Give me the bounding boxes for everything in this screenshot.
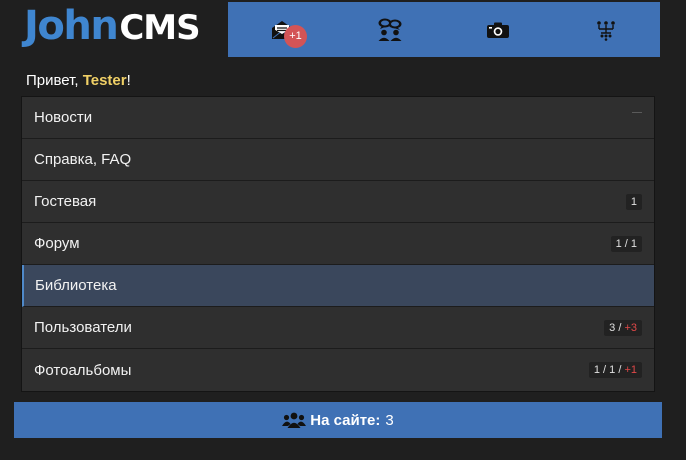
header: John CMS +1 — [0, 0, 686, 60]
nav-photo-button[interactable] — [444, 2, 552, 57]
logo-cms-text: CMS — [119, 8, 200, 48]
top-navbar: +1 — [228, 2, 660, 57]
sitemap-icon — [597, 20, 615, 41]
online-label: На сайте: — [310, 411, 381, 429]
nav-community-button[interactable] — [336, 2, 444, 57]
users-talk-icon — [378, 18, 402, 41]
menu-item-label: Фотоальбомы — [34, 361, 132, 379]
greeting-prefix: Привет, — [26, 72, 83, 89]
online-count: 3 — [385, 411, 394, 429]
menu-item-library[interactable]: Библиотека — [22, 265, 654, 307]
menu-item-label: Гостевая — [34, 193, 97, 210]
site-logo[interactable]: John CMS — [24, 3, 201, 49]
users-icon — [282, 412, 307, 428]
photoalbums-counter-total: 1 / 1 / — [593, 364, 625, 376]
menu-item-label: Пользователи — [34, 319, 132, 336]
menu-item-label: Новости — [34, 109, 93, 126]
menu-item-users[interactable]: Пользователи 3 / +3 — [22, 307, 654, 349]
users-counter-total: 3 / — [609, 322, 625, 334]
photoalbums-counter: 1 / 1 / +1 — [588, 362, 642, 378]
menu-item-label: Справка, FAQ — [34, 151, 132, 168]
menu-item-label: Форум — [34, 235, 80, 252]
nav-sitemap-button[interactable] — [552, 2, 660, 57]
main-menu: Новости Справка, FAQ Гостевая 1 Форум 1 … — [21, 96, 655, 392]
menu-item-label: Библиотека — [35, 277, 117, 294]
nav-mail-button[interactable]: +1 — [228, 2, 336, 57]
collapse-icon[interactable] — [632, 112, 642, 113]
users-counter-new: +3 — [624, 322, 637, 334]
online-users-bar[interactable]: На сайте: 3 — [14, 402, 662, 438]
users-counter: 3 / +3 — [604, 320, 642, 336]
mail-notification-badge: +1 — [284, 25, 307, 48]
menu-item-guestbook[interactable]: Гостевая 1 — [22, 181, 654, 223]
menu-item-forum[interactable]: Форум 1 / 1 — [22, 223, 654, 265]
logo-john-text: John — [24, 3, 119, 49]
camera-icon — [487, 22, 509, 38]
menu-item-faq[interactable]: Справка, FAQ — [22, 139, 654, 181]
forum-counter: 1 / 1 — [610, 236, 642, 252]
greeting-suffix: ! — [126, 72, 131, 89]
username[interactable]: Tester — [83, 72, 127, 89]
menu-item-photoalbums[interactable]: Фотоальбомы 1 / 1 / +1 — [22, 349, 654, 391]
menu-item-news[interactable]: Новости — [22, 97, 654, 139]
photoalbums-counter-new: +1 — [624, 364, 637, 376]
greeting: Привет, Tester! — [26, 72, 131, 89]
guestbook-counter: 1 — [625, 194, 642, 210]
